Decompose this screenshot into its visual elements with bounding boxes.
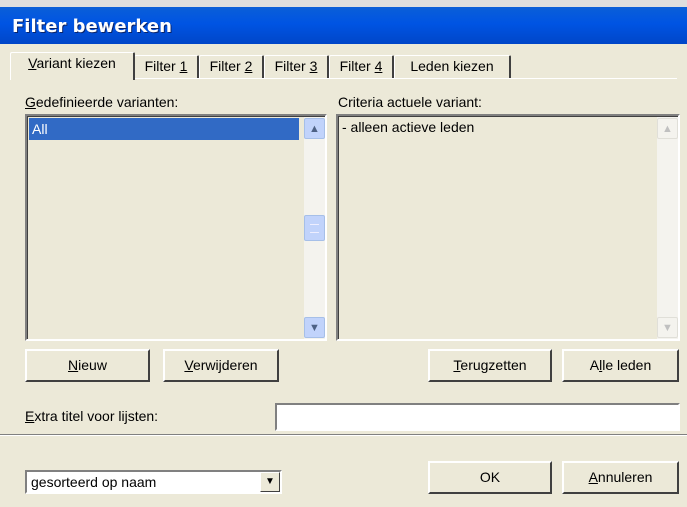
sort-value: gesorteerd op naam [31,474,157,490]
tab-filter-3[interactable]: Filter 3 [264,55,329,78]
sort-select[interactable]: gesorteerd op naam ▼ [25,470,282,494]
criteria-scrollbar: ▲ ▼ [657,117,678,339]
chevron-up-icon[interactable]: ▲ [304,118,325,139]
reset-button[interactable]: Terugzetten [428,349,552,382]
chevron-up-icon: ▲ [657,118,678,139]
list-item[interactable]: All [29,118,299,140]
triangle-down-icon[interactable]: ▼ [260,472,280,492]
cancel-button[interactable]: Annuleren [562,461,679,494]
criteria-label: Criteria actuele variant: [338,94,482,110]
ok-button[interactable]: OK [428,461,552,494]
criteria-listbox[interactable]: - alleen actieve leden ▲ ▼ [336,114,680,341]
chevron-down-icon[interactable]: ▼ [304,317,325,338]
window-title: Filter bewerken [12,16,172,37]
criteria-line: - alleen actieve leden [342,119,475,135]
top-strip [0,0,687,7]
extra-title-input[interactable] [275,403,680,431]
new-button[interactable]: Nieuw [25,349,150,382]
scrollbar-thumb[interactable] [304,215,325,241]
tab-leden-kiezen[interactable]: Leden kiezen [394,55,511,78]
tab-filter-4[interactable]: Filter 4 [329,55,394,78]
tab-variant-kiezen[interactable]: Variant kiezen [10,52,135,80]
extra-title-label: Extra titel voor lijsten: [25,408,159,424]
chevron-down-icon: ▼ [657,317,678,338]
delete-button[interactable]: Verwijderen [163,349,279,382]
tab-filter-1[interactable]: Filter 1 [134,55,199,78]
variants-label: Gedefinieerde varianten: [25,94,179,110]
tab-filter-2[interactable]: Filter 2 [199,55,264,78]
variants-scrollbar[interactable]: ▲ ▼ [304,117,325,339]
title-bar[interactable]: Filter bewerken [0,7,687,44]
all-members-button[interactable]: Alle leden [562,349,679,382]
variants-listbox[interactable]: All ▲ ▼ [25,114,327,341]
